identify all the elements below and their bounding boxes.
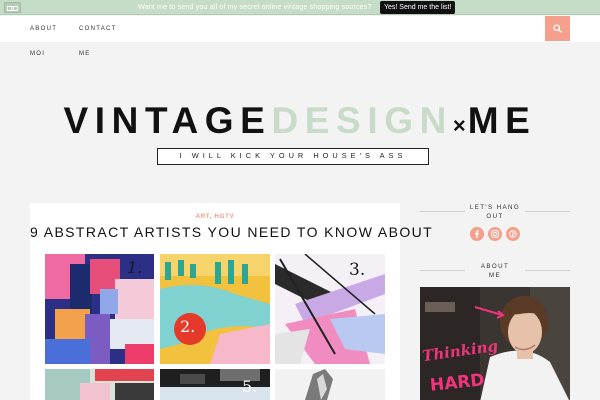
artwork-number: 5. [242,377,258,396]
search-icon [553,24,562,33]
send-list-button[interactable]: Yes! Send me the list! [380,1,456,14]
instagram-link[interactable] [488,227,502,241]
nav-item-moi[interactable]: MOI [30,51,45,57]
about-title-line1: ABOUT [480,263,510,270]
artwork-thumbnail-5[interactable]: 5. [160,369,270,400]
about-me-widget-title: ABOUT ME [445,262,545,280]
about-title-line2: ME [488,272,502,279]
site-logo[interactable]: VINTAGEDESIGN×ME [0,100,600,147]
logo-design: DESIGN [271,100,453,141]
artwork-image [45,369,154,400]
pinterest-icon [509,230,517,238]
nav-item-me[interactable]: ME [79,51,91,57]
logo-me: ME [467,100,537,141]
artwork-thumbnail-1[interactable]: 1. [45,254,154,364]
artwork-image [275,254,385,364]
search-button[interactable] [545,16,570,41]
artwork-thumbnail-3[interactable]: 3. [275,254,385,364]
artwork-image [160,254,270,364]
artwork-thumbnail-6[interactable] [275,369,385,400]
pinterest-link[interactable] [506,227,520,241]
site-tagline: I WILL KICK YOUR HOUSE'S ASS [157,148,429,165]
artwork-image [275,369,385,400]
post-categories[interactable]: ART, HGTV [30,214,400,220]
nav-item-contact[interactable]: CONTACT [79,26,117,32]
logo-cross: × [452,113,468,138]
hang-out-widget-title: LET'S HANG OUT [445,203,545,221]
artwork-number: 1. [127,258,143,277]
artwork-thumbnail-4[interactable] [45,369,154,400]
notification-message: Want me to send you all of my secret onl… [138,2,372,11]
notification-bar: Want me to send you all of my secret onl… [0,0,600,15]
facebook-icon [475,230,479,238]
about-me-photo[interactable]: Thinking HARD [420,287,570,400]
hang-out-title-line2: OUT [486,213,504,220]
facebook-link[interactable] [470,227,484,241]
artwork-number: 2. [180,317,196,336]
artwork-thumbnail-2[interactable]: 2. [160,254,270,364]
nav-item-about[interactable]: ABOUT [30,26,57,32]
logo-vintage: VINTAGE [63,100,272,141]
expand-icon[interactable] [4,2,21,13]
artwork-number: 3. [349,260,366,280]
instagram-icon [491,230,499,238]
hang-out-title-line1: LET'S HANG [469,204,521,211]
post-title[interactable]: 9 ABSTRACT ARTISTS YOU NEED TO KNOW ABOU… [30,224,432,240]
